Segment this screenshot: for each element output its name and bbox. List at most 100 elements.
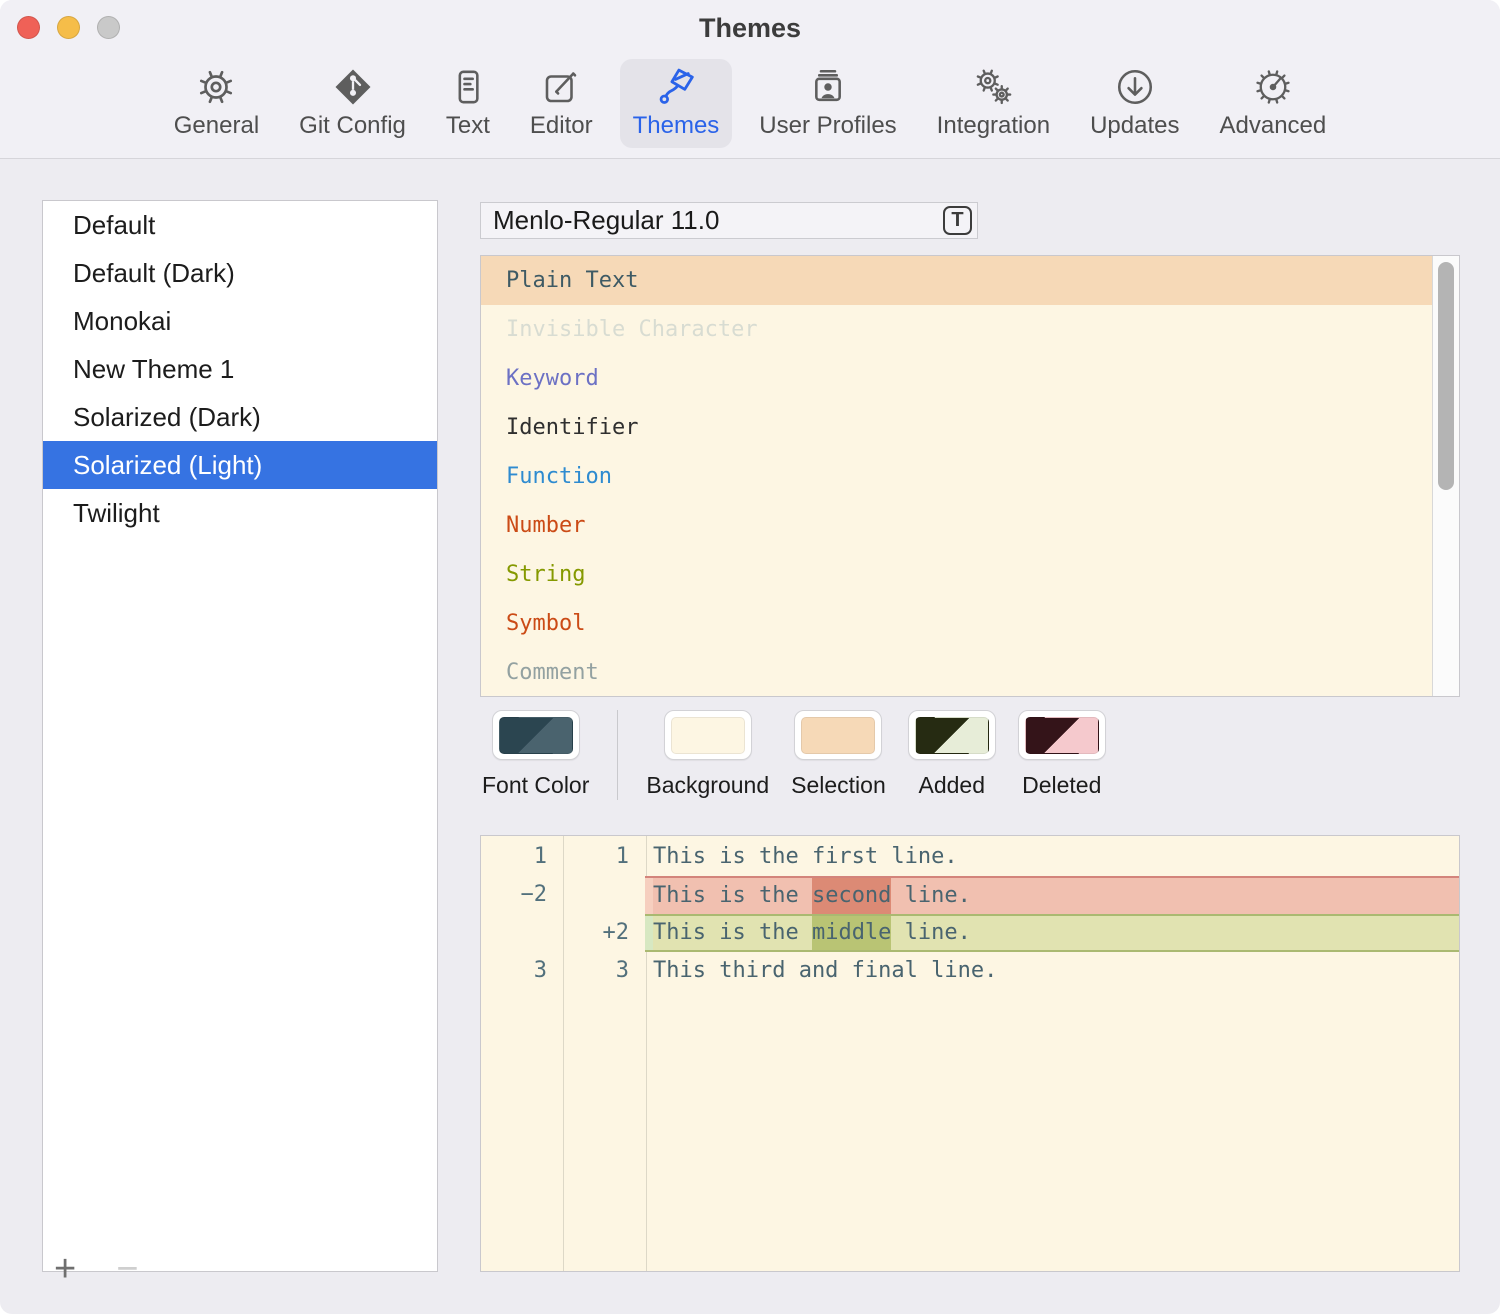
syntax-token-row[interactable]: Number [481,501,1459,550]
tab-themes[interactable]: Themes [620,59,733,148]
git-icon [331,65,375,109]
add-theme-button[interactable]: + [54,1254,76,1284]
deleted-swatch-button[interactable] [1018,710,1106,760]
download-circle-icon [1113,65,1157,109]
syntax-preview-list: Plain TextInvisible CharacterKeywordIden… [480,255,1460,697]
new-line-number: +2 [563,914,645,952]
tab-updates[interactable]: Updates [1077,59,1192,148]
theme-list-item[interactable]: Default [43,201,437,249]
tab-label: Updates [1090,112,1179,140]
code-text: This is the first line. [653,838,958,876]
diff-rows: 11This is the first line.−2This is the s… [481,838,1459,990]
deleted-swatch-label: Deleted [1022,772,1101,799]
deleted-color-sample [1025,717,1099,754]
new-line-number: 3 [563,952,645,990]
tab-label: User Profiles [759,112,896,140]
font-color-color-sample [499,717,573,754]
syntax-token-row[interactable]: String [481,550,1459,599]
diff-code-line: This third and final line. [645,952,1459,990]
scrollbar-track[interactable] [1432,256,1459,696]
profile-card-icon [806,65,850,109]
code-text: This is the [653,916,812,950]
dial-gear-icon [1251,65,1295,109]
double-gear-icon [971,65,1015,109]
syntax-token-row[interactable]: Keyword [481,354,1459,403]
diff-row-deleted: −2 This is the second line. [481,876,1459,914]
font-field[interactable]: Menlo-Regular 11.0 T [480,202,978,239]
selection-color-sample [801,717,875,754]
tab-label: Editor [530,112,593,140]
new-line-number [563,876,645,914]
tab-integration[interactable]: Integration [924,59,1063,148]
diff-row-context: 33This third and final line. [481,952,1459,990]
code-text: This is the [653,878,812,914]
tab-user-profiles[interactable]: User Profiles [746,59,909,148]
theme-list: DefaultDefault (Dark)MonokaiNew Theme 1S… [42,200,438,1272]
diff-preview: 11This is the first line.−2This is the s… [480,835,1460,1272]
background-swatch-button[interactable] [664,710,752,760]
theme-list-item[interactable]: Monokai [43,297,437,345]
code-text: line. [891,878,970,914]
gear-icon [194,65,238,109]
tab-label: Git Config [299,112,406,140]
syntax-token-row[interactable]: Symbol [481,599,1459,648]
window-chrome: Themes General Git Config Text Editor Th… [0,0,1500,159]
tab-advanced[interactable]: Advanced [1206,59,1339,148]
tab-label: General [174,112,259,140]
tab-label: Integration [937,112,1050,140]
tab-general[interactable]: General [161,59,272,148]
syntax-token-row[interactable]: Invisible Character [481,305,1459,354]
theme-list-item[interactable]: Solarized (Light) [43,441,437,489]
syntax-token-row[interactable]: Plain Text [481,256,1459,305]
added-swatch-label: Added [918,772,985,799]
theme-list-item[interactable]: New Theme 1 [43,345,437,393]
titlebar: Themes [0,0,1500,57]
diff-code-line: This is the middle line. [645,914,1459,952]
theme-list-item[interactable]: Twilight [43,489,437,537]
window-title: Themes [0,0,1500,57]
old-line-number: −2 [481,876,563,914]
syntax-token-row[interactable]: Function [481,452,1459,501]
selection-swatch: Selection [791,710,886,799]
tab-label: Themes [633,112,720,140]
syntax-token-row[interactable]: Comment [481,648,1459,697]
tab-label: Advanced [1219,112,1326,140]
code-text: line. [891,916,970,950]
code-text: This third and final line. [653,952,997,990]
swatch-group-divider [617,710,618,800]
font-name-value: Menlo-Regular 11.0 [481,205,943,236]
preferences-window: Themes General Git Config Text Editor Th… [0,0,1500,1314]
tab-text[interactable]: Text [433,59,503,148]
diff-code-line: This is the second line. [645,876,1459,914]
font-picker-label: T [951,209,963,232]
syntax-token-row[interactable]: Identifier [481,403,1459,452]
tab-editor[interactable]: Editor [517,59,606,148]
changed-word: middle [812,916,891,950]
added-color-sample [915,717,989,754]
changed-word: second [812,878,891,914]
theme-list-item[interactable]: Default (Dark) [43,249,437,297]
paintbrush-icon [654,65,698,109]
theme-list-item[interactable]: Solarized (Dark) [43,393,437,441]
diff-row-context: 11This is the first line. [481,838,1459,876]
deleted-swatch: Deleted [1018,710,1106,799]
old-line-number: 3 [481,952,563,990]
added-swatch-button[interactable] [908,710,996,760]
diff-code-line: This is the first line. [645,838,1459,876]
selection-swatch-button[interactable] [794,710,882,760]
background-color-sample [671,717,745,754]
old-line-number: 1 [481,838,563,876]
new-line-number: 1 [563,838,645,876]
background-swatch: Background [646,710,769,799]
old-line-number [481,914,563,952]
selection-swatch-label: Selection [791,772,886,799]
tab-git-config[interactable]: Git Config [286,59,419,148]
remove-theme-button[interactable]: − [116,1254,138,1284]
toolbar: General Git Config Text Editor Themes Us… [0,57,1500,159]
font-color-swatch-label: Font Color [482,772,589,799]
scrollbar-thumb[interactable] [1438,262,1454,490]
diff-row-added: +2This is the middle line. [481,914,1459,952]
font-picker-button[interactable]: T [943,206,972,235]
pencil-square-icon [539,65,583,109]
font-color-swatch-button[interactable] [492,710,580,760]
